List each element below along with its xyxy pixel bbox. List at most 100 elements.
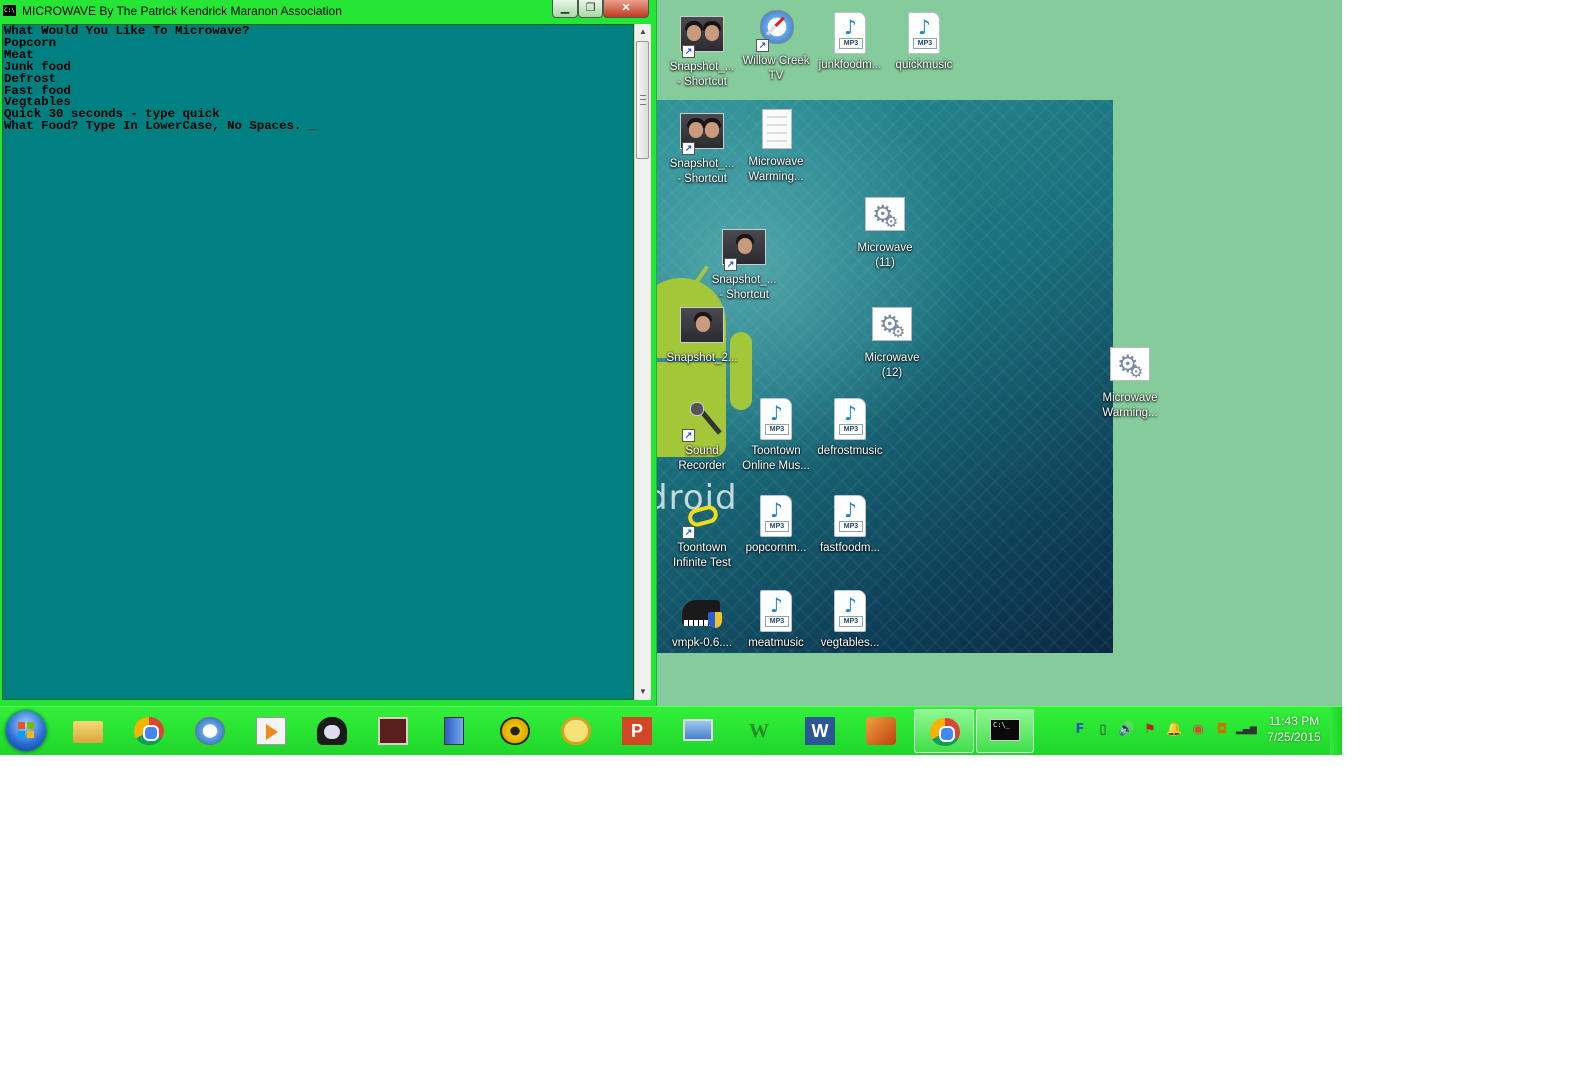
taskbar-tools-app[interactable] <box>853 709 909 753</box>
tray-app-icon[interactable]: F <box>1072 722 1088 738</box>
icon-label: Microwave (11) <box>857 242 913 269</box>
console-output[interactable]: What Would You Like To Microwave? Popcor… <box>2 24 634 700</box>
tray-app-icon-2[interactable]: ◘ <box>1214 722 1230 738</box>
door-app-icon <box>444 717 464 745</box>
taskbar-chrome-active[interactable] <box>914 709 974 753</box>
mp3-file-icon: ♪ MP3 <box>754 590 798 634</box>
desktop-icon-snapshot-shortcut-3[interactable]: ↗ Snapshot_... - Shortcut <box>704 227 784 303</box>
vertical-scrollbar[interactable]: ▲ ▼ <box>634 24 651 700</box>
taskbar-word[interactable]: W <box>792 709 848 753</box>
desktop-icon-toontown-infinite-test[interactable]: ↗ Toontown Infinite Test <box>662 495 742 571</box>
icon-label: quickmusic <box>895 59 953 71</box>
desktop-icon-defrostmusic[interactable]: ♪ MP3 defrostmusic <box>810 398 890 459</box>
icon-label: Microwave (12) <box>864 352 920 379</box>
taskbar-door-app[interactable] <box>426 709 482 753</box>
tools-icon <box>866 717 896 745</box>
windows-logo-icon <box>18 722 34 738</box>
chrome-tray-icon[interactable]: ◉ <box>1190 722 1206 738</box>
volume-icon[interactable]: 🔊 <box>1118 722 1134 738</box>
mp3-file-icon: ♪ MP3 <box>828 398 872 442</box>
icon-label: Toontown Online Mus... <box>742 445 810 472</box>
taskbar-music-disc[interactable] <box>487 709 543 753</box>
system-clock[interactable]: 11:43 PM 7/25/2015 <box>1256 713 1332 745</box>
icon-label: Snapshot_... - Shortcut <box>669 158 735 185</box>
word-icon: W <box>805 717 835 745</box>
desktop-icon-microwave-11[interactable]: ⚙ ⚙ Microwave (11) <box>845 195 925 271</box>
piano-icon <box>680 590 724 634</box>
taskbar-safari[interactable] <box>182 709 238 753</box>
toontown-icon: ↗ <box>680 495 724 539</box>
desktop-icon-toontown-online-music[interactable]: ♪ MP3 Toontown Online Mus... <box>736 398 816 474</box>
network-signal-icon[interactable]: ▂▄▆ <box>1236 722 1257 738</box>
desktop-icon-sound-recorder[interactable]: ↗ Sound Recorder <box>662 398 742 474</box>
icon-label: Sound Recorder <box>678 445 726 472</box>
taskbar-command-prompt[interactable]: C:\_ <box>976 709 1034 753</box>
icon-label: junkfoodm... <box>818 59 882 71</box>
close-button[interactable]: ✕ <box>603 0 649 18</box>
icon-label: vegtables... <box>820 637 880 649</box>
notification-bell-icon[interactable]: 🔔 <box>1166 722 1182 738</box>
desktop-screen: droid ↗ Snapshot_... - Shortcut ↗ Willow … <box>0 0 1342 755</box>
taskbar-powerpoint[interactable]: P <box>609 709 665 753</box>
safari-icon <box>195 717 225 745</box>
desktop-icon-microwave-warming-app[interactable]: ⚙ ⚙ Microwave Warming... <box>1090 345 1170 421</box>
icon-label: Snapshot_... - Shortcut <box>669 61 735 88</box>
start-button[interactable] <box>6 711 46 751</box>
icon-label: Willow Creek TV <box>742 55 810 82</box>
gear-app-icon: ⚙ ⚙ <box>1108 345 1152 389</box>
window-title: MICROWAVE By The Patrick Kendrick Marano… <box>22 4 342 18</box>
document-icon <box>754 109 798 153</box>
shortcut-arrow-icon: ↗ <box>724 258 737 271</box>
book-icon <box>378 717 408 745</box>
command-prompt-icon: C:\_ <box>990 719 1020 741</box>
grip-icon <box>640 95 646 105</box>
music-disc-icon <box>500 717 530 745</box>
desktop-icon-meatmusic[interactable]: ♪ MP3 meatmusic <box>736 590 816 651</box>
mp3-file-icon: ♪ MP3 <box>828 590 872 634</box>
show-desktop-button[interactable] <box>1330 707 1342 755</box>
icon-label: fastfoodm... <box>819 542 881 554</box>
scroll-down-arrow-icon[interactable]: ▼ <box>635 684 651 700</box>
desktop-icon-vmpk-installer[interactable]: vmpk-0.6.... <box>662 590 742 651</box>
wm-app-icon: W <box>749 720 769 742</box>
desktop-icon-snapshot-2[interactable]: Snapshot_2... <box>662 305 742 366</box>
desktop-icon-microwave-12[interactable]: ⚙ ⚙ Microwave (12) <box>852 305 932 381</box>
taskbar-stopwatch[interactable] <box>548 709 604 753</box>
taskbar-computer[interactable] <box>670 709 726 753</box>
battery-icon[interactable]: ▯ <box>1095 722 1111 738</box>
taskbar-book-app[interactable] <box>365 709 421 753</box>
maximize-button[interactable]: ❐ <box>578 0 603 18</box>
desktop-icon-willow-creek-tv[interactable]: ↗ Willow Creek TV <box>736 8 816 84</box>
action-center-flag-icon[interactable]: ⚑ <box>1142 722 1158 738</box>
mp3-file-icon: ♪ MP3 <box>828 495 872 539</box>
gear-app-icon: ⚙ ⚙ <box>870 305 914 349</box>
scroll-up-arrow-icon[interactable]: ▲ <box>635 24 651 40</box>
desktop-icon-popcornmusic[interactable]: ♪ MP3 popcornm... <box>736 495 816 556</box>
title-bar[interactable]: C:\ MICROWAVE By The Patrick Kendrick Ma… <box>0 0 656 22</box>
gear-app-icon: ⚙ ⚙ <box>863 195 907 239</box>
chrome-active-icon <box>930 718 960 746</box>
desktop-icon-junkfoodmusic[interactable]: ♪ MP3 junkfoodm... <box>810 12 890 73</box>
icon-label: popcornm... <box>745 542 807 554</box>
mp3-file-icon: ♪ MP3 <box>902 12 946 56</box>
taskbar-chrome[interactable] <box>121 709 177 753</box>
scroll-thumb[interactable] <box>636 41 649 159</box>
icon-label: Microwave Warming... <box>1102 392 1158 419</box>
taskbar-wm-app[interactable]: W <box>731 709 787 753</box>
desktop-icon-microwave-warming-doc[interactable]: Microwave Warming... <box>736 109 816 185</box>
mp3-file-icon: ♪ MP3 <box>754 495 798 539</box>
shortcut-arrow-icon: ↗ <box>756 39 769 52</box>
desktop-icon-quickmusic[interactable]: ♪ MP3 quickmusic <box>884 12 964 73</box>
taskbar-media-player[interactable] <box>243 709 299 753</box>
command-prompt-icon[interactable]: C:\ <box>3 5 16 16</box>
desktop-icon-vegtablesmusic[interactable]: ♪ MP3 vegtables... <box>810 590 890 651</box>
taskbar-penguin-app[interactable] <box>304 709 360 753</box>
console-window[interactable]: C:\ MICROWAVE By The Patrick Kendrick Ma… <box>0 0 656 706</box>
taskbar-explorer[interactable] <box>60 709 116 753</box>
minimize-button[interactable]: ▁ <box>552 0 578 18</box>
desktop-icon-snapshot-shortcut-1[interactable]: ↗ Snapshot_... - Shortcut <box>662 14 742 90</box>
desktop-icon-snapshot-shortcut-2[interactable]: ↗ Snapshot_... - Shortcut <box>662 111 742 187</box>
photo-icon: ↗ <box>680 111 724 155</box>
desktop-icon-fastfoodmusic[interactable]: ♪ MP3 fastfoodm... <box>810 495 890 556</box>
text-cursor: _ <box>308 119 317 134</box>
